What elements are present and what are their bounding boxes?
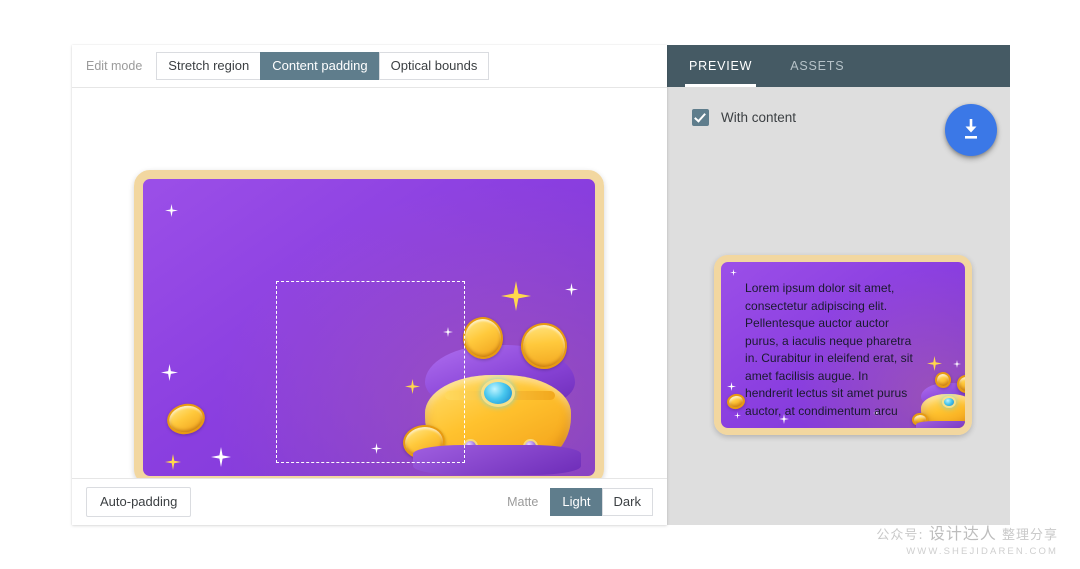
watermark: 公众号: 设计达人 整理分享 WWW.SHEJIDAREN.COM [876, 520, 1058, 557]
preview-tab-bar: PREVIEW ASSETS [667, 45, 1010, 87]
with-content-checkbox[interactable] [692, 109, 709, 126]
matte-light-option[interactable]: Light [550, 488, 602, 516]
edit-mode-segmented-control: Stretch region Content padding Optical b… [156, 52, 490, 80]
preview-body: With content Lorem ipsum dolor sit amet,… [667, 87, 1010, 525]
preview-result-text: Lorem ipsum dolor sit amet, consectetur … [745, 281, 913, 418]
matte-segmented-control: Light Dark [550, 488, 653, 516]
preview-result-card: Lorem ipsum dolor sit amet, consectetur … [714, 255, 972, 435]
sparkle-icon [730, 269, 737, 276]
matte-label: Matte [507, 495, 539, 509]
mode-stretch-region[interactable]: Stretch region [156, 52, 261, 80]
nine-patch-editor-app: Edit mode Stretch region Content padding… [72, 45, 1010, 525]
sparkle-icon [165, 204, 178, 217]
tab-preview[interactable]: PREVIEW [685, 59, 757, 87]
matte-control: Matte Light Dark [507, 488, 653, 516]
edit-mode-label: Edit mode [86, 59, 143, 73]
sparkle-icon [371, 443, 382, 454]
sparkle-icon [953, 360, 961, 368]
editor-footer: Auto-padding Matte Light Dark [72, 478, 667, 525]
sparkle-icon [211, 447, 231, 467]
editor-canvas[interactable] [72, 88, 667, 478]
watermark-line-1: 公众号: 设计达人 整理分享 [876, 520, 1058, 544]
treasure-bag-illustration [399, 314, 595, 476]
auto-padding-button[interactable]: Auto-padding [86, 487, 192, 517]
sparkle-icon [501, 281, 531, 311]
nine-patch-source-image[interactable] [134, 170, 604, 478]
preview-pane: PREVIEW ASSETS With content Lorem ipsum … [667, 45, 1010, 525]
watermark-suffix: 整理分享 [996, 528, 1058, 543]
matte-dark-option[interactable]: Dark [601, 488, 653, 516]
download-icon [965, 119, 977, 139]
sparkle-icon [927, 356, 942, 371]
sparkle-icon [161, 364, 178, 381]
tab-assets[interactable]: ASSETS [786, 59, 848, 87]
treasure-bag-illustration [911, 370, 965, 428]
gold-coin-icon [164, 400, 208, 438]
watermark-line-2: WWW.SHEJIDAREN.COM [906, 546, 1058, 557]
editor-pane: Edit mode Stretch region Content padding… [72, 45, 667, 525]
sparkle-icon [165, 454, 181, 470]
sparkle-icon [565, 283, 578, 296]
watermark-brand: 设计达人 [928, 524, 997, 543]
editor-toolbar: Edit mode Stretch region Content padding… [72, 45, 667, 88]
mode-content-padding[interactable]: Content padding [260, 52, 379, 80]
with-content-label: With content [721, 110, 797, 125]
mode-optical-bounds[interactable]: Optical bounds [378, 52, 490, 80]
download-button[interactable] [945, 104, 997, 156]
sparkle-icon [734, 412, 741, 419]
watermark-prefix: 公众号: [876, 528, 929, 543]
gold-coin-icon [725, 392, 747, 411]
sparkle-icon [727, 382, 736, 391]
